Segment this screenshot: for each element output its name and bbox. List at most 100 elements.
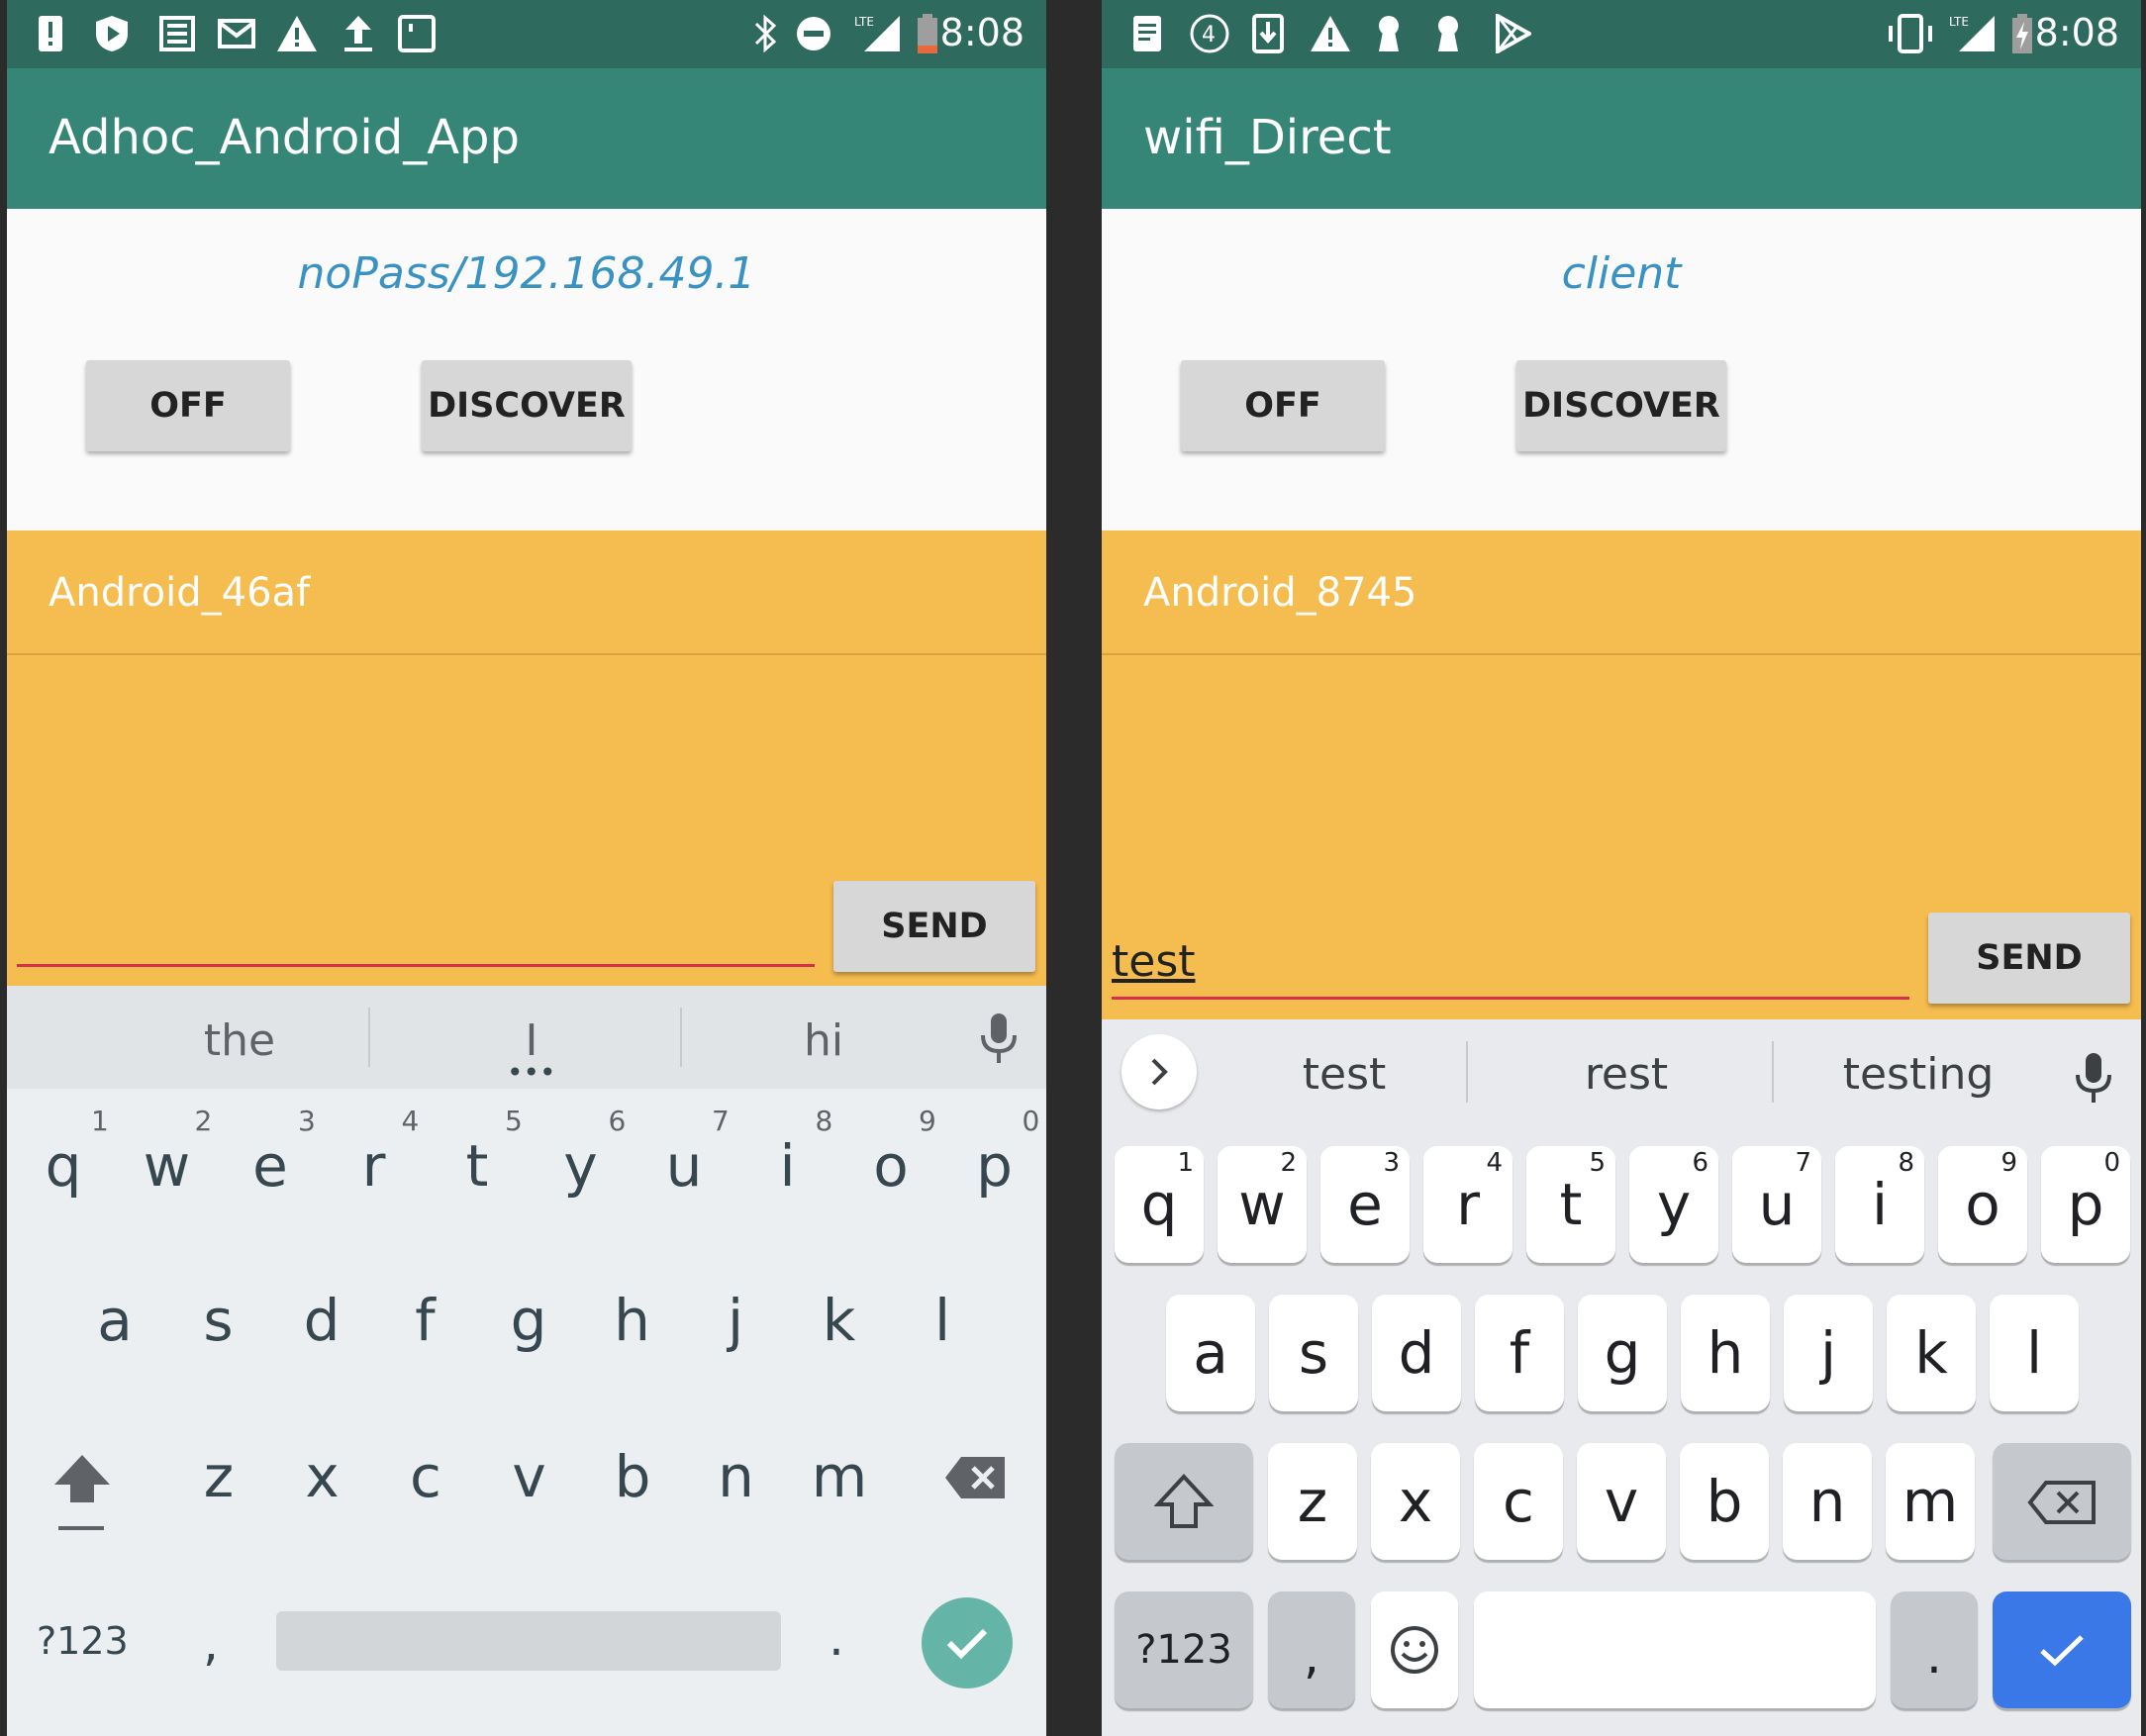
suggestion-separator <box>368 1008 370 1067</box>
key-v[interactable]: v <box>480 1443 579 1510</box>
key-n[interactable]: n <box>687 1443 786 1510</box>
key-q[interactable]: q <box>14 1132 113 1200</box>
key-h[interactable]: h <box>583 1287 682 1354</box>
key-r[interactable]: r <box>325 1132 424 1200</box>
key-m[interactable]: m <box>790 1443 889 1510</box>
peer-item[interactable]: Android_46af <box>49 570 310 616</box>
battery-icon <box>918 14 937 53</box>
key-p[interactable]: p <box>945 1132 1044 1200</box>
discover-button[interactable]: DISCOVER <box>1516 360 1726 451</box>
key-g[interactable]: g <box>479 1287 578 1354</box>
key-z[interactable]: z <box>169 1443 268 1510</box>
key-n[interactable]: n <box>1783 1443 1872 1560</box>
key-e[interactable]: e3 <box>1320 1146 1410 1263</box>
suggestion-3[interactable]: hi <box>700 1015 947 1066</box>
mic-icon[interactable] <box>979 1012 1019 1065</box>
key-x[interactable]: x <box>1371 1443 1460 1560</box>
svg-text:4: 4 <box>1202 23 1216 48</box>
key-y[interactable]: y <box>532 1132 631 1200</box>
enter-key[interactable] <box>922 1597 1013 1688</box>
off-button[interactable]: OFF <box>1181 360 1385 451</box>
key-hint: 4 <box>401 1105 420 1137</box>
key-r[interactable]: r4 <box>1423 1146 1512 1263</box>
key-h[interactable]: h <box>1681 1295 1770 1411</box>
key-p[interactable]: p0 <box>2041 1146 2130 1263</box>
key-l[interactable]: l <box>893 1287 992 1354</box>
key-f[interactable]: f <box>1475 1295 1564 1411</box>
space-key[interactable] <box>276 1611 781 1671</box>
emoji-icon <box>1391 1626 1438 1674</box>
key-g[interactable]: g <box>1578 1295 1667 1411</box>
message-input-underline <box>17 964 815 967</box>
expand-arrow-icon <box>1151 1058 1168 1086</box>
key-d[interactable]: d <box>272 1287 371 1354</box>
backspace-key[interactable] <box>1993 1443 2131 1560</box>
space-key[interactable] <box>1474 1591 1876 1708</box>
key-o[interactable]: o9 <box>1938 1146 2027 1263</box>
key-u[interactable]: u7 <box>1732 1146 1821 1263</box>
key-t[interactable]: t5 <box>1526 1146 1615 1263</box>
key-a[interactable]: a <box>1166 1295 1255 1411</box>
period-key[interactable]: . <box>1891 1591 1978 1708</box>
key-d[interactable]: d <box>1372 1295 1461 1411</box>
right-phone-screen: 4 LTE 8:08 wifi_Direct client OFF DISCOV… <box>1102 0 2141 1736</box>
suggestion-separator <box>680 1008 682 1067</box>
key-label: o <box>1965 1171 2000 1238</box>
key-y[interactable]: y6 <box>1629 1146 1718 1263</box>
backspace-icon[interactable] <box>943 1455 1007 1500</box>
symbols-key[interactable]: ?123 <box>1115 1591 1253 1708</box>
main-content: noPass/192.168.49.1 OFF DISCOVER <box>7 209 1046 530</box>
send-button[interactable]: SEND <box>1928 913 2130 1004</box>
off-button[interactable]: OFF <box>86 360 290 451</box>
comma-key[interactable]: , <box>1268 1591 1355 1708</box>
suggestion-3[interactable]: testing <box>1795 1049 2042 1100</box>
key-s[interactable]: s <box>169 1287 268 1354</box>
shift-icon[interactable] <box>50 1451 114 1534</box>
comma-key[interactable]: , <box>203 1614 219 1672</box>
key-w[interactable]: w2 <box>1218 1146 1307 1263</box>
suggestion-1[interactable]: the <box>116 1015 363 1066</box>
key-label: r <box>1456 1171 1480 1238</box>
key-u[interactable]: u <box>634 1132 733 1200</box>
key-f[interactable]: f <box>376 1287 475 1354</box>
key-z[interactable]: z <box>1268 1443 1357 1560</box>
key-i[interactable]: i8 <box>1835 1146 1924 1263</box>
key-k[interactable]: k <box>790 1287 889 1354</box>
key-l[interactable]: l <box>1990 1295 2079 1411</box>
key-c[interactable]: c <box>1474 1443 1563 1560</box>
emoji-key[interactable] <box>1371 1591 1458 1708</box>
symbols-key[interactable]: ?123 <box>37 1619 129 1663</box>
shift-key[interactable] <box>1115 1443 1253 1560</box>
key-k[interactable]: k <box>1887 1295 1976 1411</box>
message-input[interactable]: test <box>1112 936 1196 987</box>
key-m[interactable]: m <box>1886 1443 1975 1560</box>
suggestion-1[interactable]: test <box>1230 1049 1458 1100</box>
key-s[interactable]: s <box>1269 1295 1358 1411</box>
key-v[interactable]: v <box>1577 1443 1666 1560</box>
key-i[interactable]: i <box>738 1132 837 1200</box>
peer-item[interactable]: Android_8745 <box>1143 570 1416 616</box>
key-t[interactable]: t <box>428 1132 527 1200</box>
app-title: wifi_Direct <box>1143 110 1392 165</box>
key-e[interactable]: e <box>221 1132 320 1200</box>
enter-key[interactable] <box>1993 1591 2131 1708</box>
key-b[interactable]: b <box>583 1443 682 1510</box>
key-o[interactable]: o <box>841 1132 940 1200</box>
key-q[interactable]: q1 <box>1115 1146 1204 1263</box>
discover-button[interactable]: DISCOVER <box>422 360 632 451</box>
send-button[interactable]: SEND <box>833 881 1035 972</box>
key-a[interactable]: a <box>65 1287 164 1354</box>
warning-icon <box>277 16 317 51</box>
key-c[interactable]: c <box>376 1443 475 1510</box>
key-w[interactable]: w <box>118 1132 217 1200</box>
key-hint: 5 <box>505 1105 523 1137</box>
key-j[interactable]: j <box>686 1287 785 1354</box>
suggestion-2[interactable]: rest <box>1508 1049 1745 1100</box>
mic-icon[interactable] <box>2074 1051 2113 1105</box>
key-x[interactable]: x <box>273 1443 372 1510</box>
keyhole-icon <box>1379 16 1399 51</box>
period-key[interactable]: . <box>829 1609 844 1667</box>
key-b[interactable]: b <box>1680 1443 1769 1560</box>
key-j[interactable]: j <box>1784 1295 1873 1411</box>
expand-suggestions-button[interactable] <box>1122 1034 1197 1109</box>
